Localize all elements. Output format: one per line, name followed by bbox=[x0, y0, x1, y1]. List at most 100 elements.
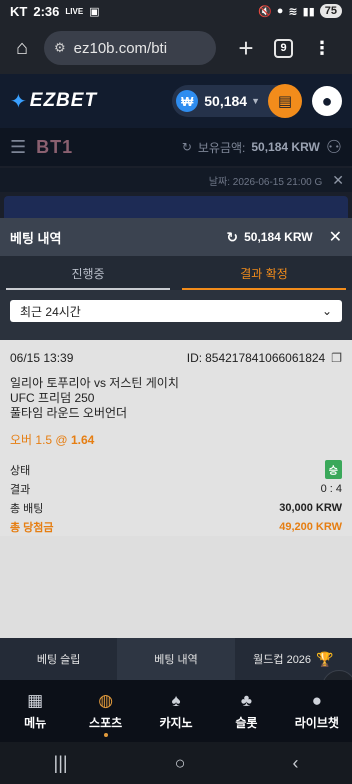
clock: 2:36 bbox=[33, 3, 60, 19]
tab-switcher-button[interactable]: 9 bbox=[274, 38, 293, 58]
carrier-label: KT bbox=[10, 3, 28, 19]
active-indicator bbox=[103, 733, 108, 737]
browser-toolbar: ⌂ ⚙ ez10b.com/bti + 9 ⋮ bbox=[0, 22, 352, 74]
panel-title: 베팅 내역 bbox=[10, 230, 62, 246]
sportsbook-logo: BT1 bbox=[36, 136, 74, 157]
back-icon[interactable]: ‹ bbox=[292, 753, 298, 774]
copy-icon[interactable]: ❐ bbox=[331, 351, 342, 365]
close-icon[interactable]: ✕ bbox=[332, 172, 344, 189]
screen-record-icon: ▣ bbox=[89, 5, 100, 18]
status-badge: 승 bbox=[324, 460, 342, 479]
nav-menu-label: 메뉴 bbox=[24, 716, 47, 730]
nav-slots-label: 슬롯 bbox=[235, 716, 258, 730]
tab-bet-history-label: 베팅 내역 bbox=[154, 654, 198, 666]
nav-menu[interactable]: ▦ 메뉴 bbox=[0, 680, 70, 742]
chevron-down-icon: ⌄ bbox=[321, 304, 332, 318]
recent-apps-icon[interactable]: ||| bbox=[54, 753, 68, 774]
sportsbook-header: ☰ BT1 ↻ 보유금액: 50,184 KRW ⚇ bbox=[0, 128, 352, 166]
event-name: UFC 프리덤 250 bbox=[10, 391, 95, 405]
nav-sports[interactable]: ◍ 스포츠 bbox=[70, 680, 140, 742]
bet-id-label: ID: bbox=[186, 351, 203, 365]
market-name: 풀타임 라운드 오버언더 bbox=[10, 406, 128, 420]
stake-value: 30,000 KRW bbox=[279, 501, 342, 514]
more-menu-icon[interactable]: ⋮ bbox=[313, 38, 331, 59]
selection-line: 오버 1.5 @ 1.64 bbox=[10, 431, 342, 448]
home-circle-icon[interactable]: ○ bbox=[175, 753, 186, 774]
signal-icon: ▮▮ bbox=[302, 5, 315, 18]
wallet-icon[interactable]: ▤ bbox=[268, 84, 302, 118]
address-bar[interactable]: ⚙ ez10b.com/bti bbox=[44, 31, 216, 65]
logo-text: EZBET bbox=[29, 90, 98, 111]
android-navigation-bar: ||| ○ ‹ bbox=[0, 742, 352, 784]
trophy-icon: 🏆 bbox=[316, 650, 334, 667]
tab-in-progress[interactable]: 진행중 bbox=[0, 256, 176, 290]
bet-datetime: 06/15 13:39 bbox=[10, 351, 74, 365]
account-icon[interactable]: ⚇ bbox=[326, 137, 342, 158]
cards-icon: ♠ bbox=[171, 691, 181, 710]
tab-world-cup-label: 월드컵 2026 bbox=[253, 654, 312, 666]
wifi-icon: ≋ bbox=[288, 5, 298, 18]
tab-bet-slip[interactable]: 베팅 슬립 bbox=[0, 638, 117, 680]
chevron-down-icon: ▼ bbox=[251, 96, 260, 106]
nav-live-chat-label: 라이브챗 bbox=[294, 716, 339, 730]
site-settings-icon[interactable]: ⚙ bbox=[54, 40, 66, 56]
cherry-icon: ♣ bbox=[240, 691, 252, 710]
new-tab-button[interactable]: + bbox=[232, 33, 260, 63]
date-text: 날짜: 2026-06-15 21:00 G bbox=[208, 176, 323, 188]
bet-id: 854217841066061824 bbox=[205, 351, 326, 365]
result-value: 0 : 4 bbox=[320, 482, 342, 495]
basketball-icon: ◍ bbox=[98, 691, 114, 710]
period-select-value: 최근 24시간 bbox=[20, 304, 81, 319]
period-select[interactable]: 최근 24시간 ⌄ bbox=[10, 300, 342, 322]
home-icon[interactable]: ⌂ bbox=[8, 34, 36, 62]
nav-casino-label: 카지노 bbox=[159, 716, 193, 730]
live-score-icon: LIVE bbox=[65, 6, 84, 16]
location-icon: ● bbox=[276, 5, 284, 17]
balance-dropdown[interactable]: ₩ 50,184 ▼ ▤ bbox=[172, 84, 302, 118]
battery-indicator: 75 bbox=[319, 4, 342, 18]
status-label: 상태 bbox=[10, 464, 31, 477]
filter-area: 최근 24시간 ⌄ bbox=[0, 290, 352, 340]
refresh-icon[interactable]: ↻ bbox=[182, 140, 192, 154]
bet-status-tabs: 진행중 결과 확정 bbox=[0, 256, 352, 290]
date-strip: 날짜: 2026-06-15 21:00 G ✕ bbox=[0, 168, 352, 192]
odds: 1.64 bbox=[70, 433, 95, 447]
result-row: 결과 0 : 4 bbox=[10, 479, 342, 498]
bet-history-panel: 베팅 내역 ↻ 50,184 KRW ✕ 진행중 결과 확정 최근 24시간 ⌄… bbox=[0, 218, 352, 638]
result-label: 결과 bbox=[10, 483, 31, 496]
menu-grid-icon: ▦ bbox=[27, 691, 44, 710]
nav-sports-label: 스포츠 bbox=[89, 716, 123, 730]
nav-casino[interactable]: ♠ 카지노 bbox=[141, 680, 211, 742]
panel-balance: 50,184 KRW bbox=[244, 230, 313, 244]
bottom-navigation: ▦ 메뉴 ◍ 스포츠 ♠ 카지노 ♣ 슬롯 ● 라이브챗 bbox=[0, 680, 352, 742]
payout-value: 49,200 KRW bbox=[279, 520, 342, 533]
match-name: 일리아 토푸리아 vs 저스틴 게이치 bbox=[10, 376, 179, 390]
site-logo[interactable]: ✦ EZBET bbox=[10, 89, 97, 114]
stake-label: 총 배팅 bbox=[10, 502, 44, 515]
tab-bet-slip-label: 베팅 슬립 bbox=[36, 654, 81, 666]
won-currency-icon: ₩ bbox=[176, 90, 199, 112]
status-row: 상태 승 bbox=[10, 460, 342, 479]
balance-label: 보유금액: bbox=[197, 140, 246, 155]
nav-slots[interactable]: ♣ 슬롯 bbox=[211, 680, 281, 742]
payout-label: 총 당첨금 bbox=[10, 521, 54, 534]
bet-card: 06/15 13:39 ID: 854217841066061824 ❐ 일리아… bbox=[0, 340, 352, 536]
close-panel-icon[interactable]: ✕ bbox=[329, 227, 342, 247]
mute-icon: 🔇 bbox=[258, 5, 272, 18]
user-avatar-icon[interactable]: ● bbox=[312, 86, 342, 116]
payout-row: 총 당첨금 49,200 KRW bbox=[10, 517, 342, 536]
panel-header: 베팅 내역 ↻ 50,184 KRW ✕ bbox=[0, 218, 352, 256]
header-balance: 50,184 bbox=[204, 93, 248, 109]
tab-settled[interactable]: 결과 확정 bbox=[176, 256, 352, 290]
sportsbook-balance: 50,184 KRW bbox=[251, 140, 320, 154]
tab-bet-history[interactable]: 베팅 내역 bbox=[117, 638, 235, 680]
betslip-tabs: 베팅 슬립 베팅 내역 월드컵 2026 🏆 bbox=[0, 638, 352, 680]
url-text: ez10b.com/bti bbox=[73, 39, 168, 57]
hamburger-icon[interactable]: ☰ bbox=[10, 137, 26, 158]
logo-mark-icon: ✦ bbox=[10, 90, 28, 113]
nav-live-chat[interactable]: ● 라이브챗 bbox=[282, 680, 352, 742]
promo-banner bbox=[4, 196, 348, 218]
refresh-balance-icon[interactable]: ↻ bbox=[226, 229, 238, 246]
stake-row: 총 배팅 30,000 KRW bbox=[10, 498, 342, 517]
site-header: ✦ EZBET ₩ 50,184 ▼ ▤ ● bbox=[0, 74, 352, 128]
